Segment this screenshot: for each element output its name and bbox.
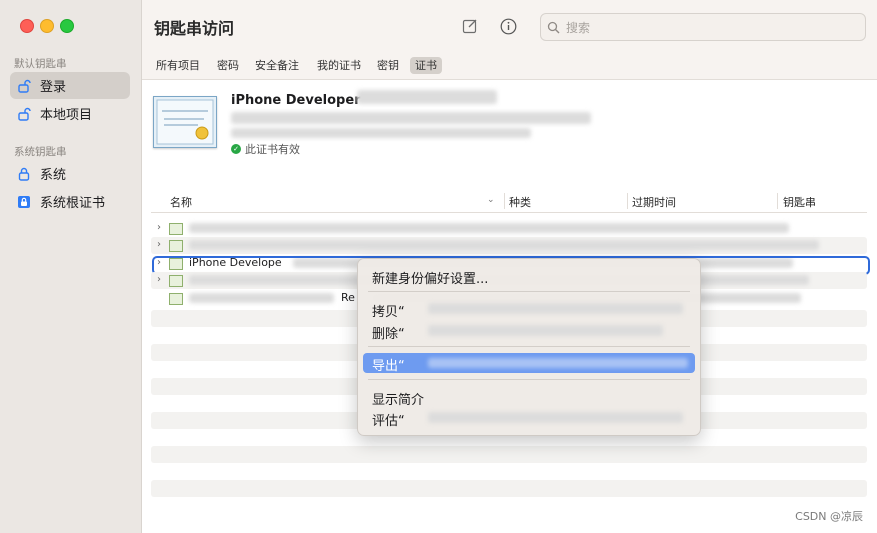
tab-keys[interactable]: 密钥	[372, 57, 404, 74]
sidebar-item-label: 登录	[40, 80, 67, 95]
menu-item-get-info[interactable]: 显示简介	[372, 389, 424, 408]
lock-open-icon	[16, 106, 32, 122]
sidebar-item-system[interactable]: 系统	[10, 160, 130, 187]
menu-item-copy[interactable]: 拷贝“	[372, 301, 405, 320]
compose-icon[interactable]	[460, 16, 480, 36]
sidebar-section-default: 默认钥匙串	[14, 58, 67, 70]
column-name[interactable]: 名称	[170, 194, 192, 210]
sidebar-item-label: 系统	[40, 168, 67, 183]
certificate-name: iPhone Developer	[231, 93, 361, 108]
menu-item-new-identity-preference[interactable]: 新建身份偏好设置...	[372, 268, 488, 287]
table-row[interactable]: ›	[151, 220, 867, 237]
context-menu: 新建身份偏好设置... 拷贝“ 删除“ 导出“ 显示简介 评估“	[357, 258, 701, 436]
lock-box-icon	[16, 194, 32, 210]
certificate-small-icon	[169, 223, 183, 235]
menu-item-export[interactable]: 导出“	[372, 355, 405, 374]
disclosure-triangle-icon[interactable]: ›	[157, 222, 161, 233]
search-icon	[547, 21, 560, 34]
certificate-status: ✓ 此证书有效	[231, 141, 300, 157]
certificate-small-icon	[169, 275, 183, 287]
zoom-window-button[interactable]	[60, 19, 74, 33]
tab-passwords[interactable]: 密码	[212, 57, 244, 74]
toolbar: 钥匙串访问 搜索	[142, 0, 877, 52]
info-icon[interactable]	[498, 16, 518, 36]
table-header: 名称 ⌄ 种类 过期时间 钥匙串	[151, 190, 867, 213]
search-placeholder: 搜索	[566, 20, 591, 35]
minimize-window-button[interactable]	[40, 19, 54, 33]
column-expires[interactable]: 过期时间	[632, 194, 676, 210]
sidebar-item-system-roots[interactable]: 系统根证书	[10, 188, 130, 215]
tab-certificates[interactable]: 证书	[410, 57, 442, 74]
category-tabs: 所有项目 密码 安全备注 我的证书 密钥 证书	[142, 52, 877, 80]
chevron-down-icon[interactable]: ⌄	[487, 195, 495, 205]
column-kind[interactable]: 种类	[509, 194, 531, 210]
sidebar-item-login[interactable]: 登录	[10, 72, 130, 99]
certificate-valid-text: 此证书有效	[245, 143, 300, 156]
lock-icon	[16, 166, 32, 182]
table-row[interactable]: ›	[151, 237, 867, 254]
window-title: 钥匙串访问	[154, 19, 235, 38]
sidebar-item-local[interactable]: 本地项目	[10, 100, 130, 127]
disclosure-triangle-icon[interactable]: ›	[157, 239, 161, 250]
tab-my-certificates[interactable]: 我的证书	[312, 57, 366, 74]
sidebar-item-label: 系统根证书	[40, 196, 106, 211]
tab-all-items[interactable]: 所有项目	[151, 57, 205, 74]
certificate-small-icon	[169, 293, 183, 305]
lock-open-icon	[16, 78, 32, 94]
keychain-window: 默认钥匙串 登录 本地项目 系统钥匙串 系统 系统根证书 钥匙串访问 搜索 所有…	[0, 0, 877, 533]
close-window-button[interactable]	[20, 19, 34, 33]
search-input[interactable]: 搜索	[540, 13, 866, 41]
sidebar-section-system: 系统钥匙串	[14, 146, 67, 158]
menu-item-delete[interactable]: 删除“	[372, 323, 405, 342]
watermark: CSDN @凉辰	[795, 510, 863, 523]
certificate-small-icon	[169, 240, 183, 252]
menu-item-evaluate[interactable]: 评估“	[372, 410, 405, 429]
checkmark-icon: ✓	[231, 144, 241, 154]
disclosure-triangle-icon[interactable]: ›	[157, 274, 161, 285]
certificate-icon	[153, 96, 217, 148]
sidebar-item-label: 本地项目	[40, 108, 93, 123]
sidebar: 默认钥匙串 登录 本地项目 系统钥匙串 系统 系统根证书	[0, 0, 142, 533]
column-keychain[interactable]: 钥匙串	[783, 194, 816, 210]
tab-secure-notes[interactable]: 安全备注	[250, 57, 304, 74]
